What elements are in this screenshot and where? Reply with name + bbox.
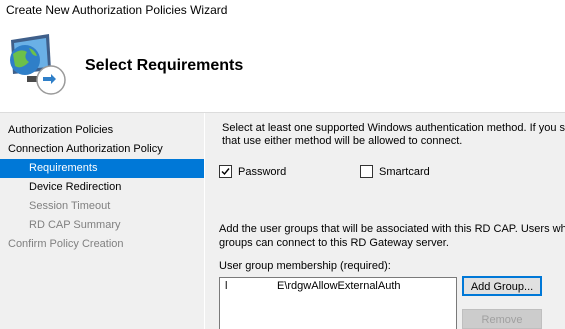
smartcard-label[interactable]: Smartcard — [379, 166, 430, 178]
group-domain: l — [225, 280, 228, 292]
nav-item-label: Session Timeout — [29, 200, 111, 212]
title-bar: Create New Authorization Policies Wizard — [0, 0, 565, 20]
add-group-button[interactable]: Add Group... — [462, 276, 542, 296]
page-title: Select Requirements — [85, 57, 244, 74]
password-label[interactable]: Password — [238, 166, 286, 178]
requirements-panel: Select at least one supported Windows au… — [205, 113, 565, 329]
nav-item-label: Device Redirection — [29, 181, 122, 193]
nav-item-authorization-policies[interactable]: Authorization Policies — [0, 121, 204, 140]
groups-description-line1: Add the user groups that will be associa… — [219, 223, 565, 235]
nav-item-device-redirection[interactable]: Device Redirection — [0, 178, 204, 197]
groups-description-line2: groups can connect to this RD Gateway se… — [219, 237, 449, 249]
nav-item-session-timeout: Session Timeout — [0, 197, 204, 216]
password-checkbox[interactable] — [219, 165, 232, 178]
smartcard-checkbox[interactable] — [360, 165, 373, 178]
user-group-list[interactable]: l E\rdgwAllowExternalAuth — [219, 277, 457, 329]
checkmark-icon — [221, 168, 230, 176]
remove-button: Remove — [462, 309, 542, 329]
nav-item-label: Requirements — [29, 162, 98, 174]
window-title: Create New Authorization Policies Wizard — [6, 3, 228, 17]
nav-item-rd-cap-summary: RD CAP Summary — [0, 216, 204, 235]
nav-item-requirements[interactable]: Requirements — [0, 159, 204, 178]
nav-item-label: Connection Authorization Policy — [8, 143, 163, 155]
rd-gateway-wizard-icon — [5, 30, 75, 102]
nav-item-connection-authorization-policy[interactable]: Connection Authorization Policy — [0, 140, 204, 159]
user-group-membership-label: User group membership (required): — [219, 260, 391, 272]
auth-description-line1: Select at least one supported Windows au… — [222, 122, 565, 134]
nav-item-label: Confirm Policy Creation — [8, 238, 124, 250]
nav-item-label: RD CAP Summary — [29, 219, 121, 231]
list-item[interactable]: l E\rdgwAllowExternalAuth — [220, 280, 454, 294]
nav-item-label: Authorization Policies — [8, 124, 114, 136]
wizard-nav: Authorization Policies Connection Author… — [0, 113, 204, 329]
auth-description-line2: that use either method will be allowed t… — [222, 135, 463, 147]
nav-item-confirm-policy-creation: Confirm Policy Creation — [0, 235, 204, 254]
wizard-header: Select Requirements — [0, 20, 565, 112]
group-name: E\rdgwAllowExternalAuth — [277, 280, 401, 292]
